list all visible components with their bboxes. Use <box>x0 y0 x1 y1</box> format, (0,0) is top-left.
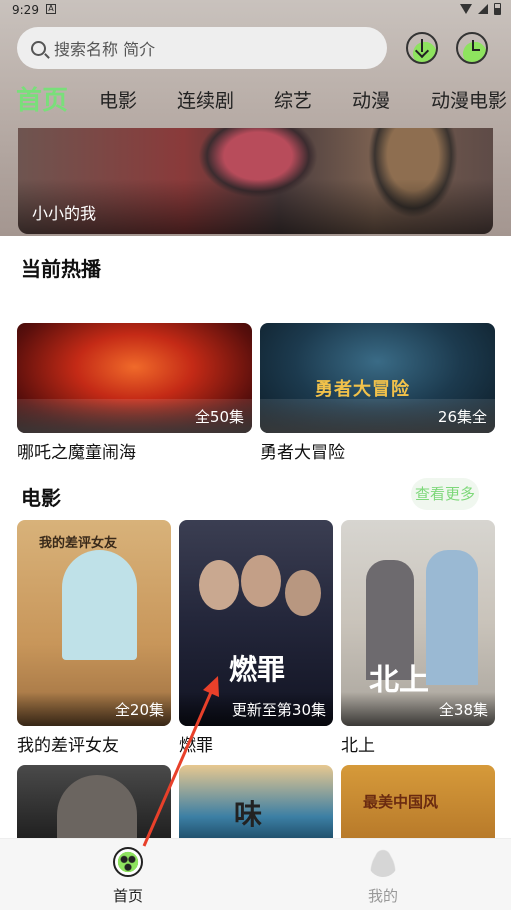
section-title-hot: 当前热播 <box>21 257 101 281</box>
download-icon[interactable] <box>406 32 438 64</box>
poster-art-text: 勇者大冒险 <box>315 379 410 400</box>
status-time: 9:29 <box>12 3 39 17</box>
movie-card-title[interactable]: 北上 <box>341 731 375 756</box>
tab-variety[interactable]: 综艺 <box>274 86 312 113</box>
episode-badge: 全38集 <box>438 701 488 719</box>
hot-card[interactable]: 全50集 <box>17 323 252 433</box>
hot-card[interactable]: 勇者大冒险 26集全 <box>260 323 495 433</box>
hot-card-title[interactable]: 哪吒之魔童闹海 <box>17 438 136 463</box>
see-more-button[interactable]: 查看更多 <box>411 478 479 510</box>
tab-movies[interactable]: 电影 <box>99 86 137 113</box>
movie-card[interactable]: 我的差评女友 全20集 <box>17 520 171 726</box>
bottom-nav: 首页 我的 <box>0 838 511 910</box>
search-icon <box>31 40 46 56</box>
movie-card[interactable]: 味 <box>179 765 333 839</box>
movie-card[interactable]: 最美中国风 <box>341 765 495 839</box>
nav-mine[interactable]: 我的 <box>343 847 423 906</box>
search-placeholder: 搜索名称 简介 <box>54 40 156 59</box>
poster-art-text: 味 <box>234 798 263 831</box>
movie-card[interactable]: 北上 全38集 <box>341 520 495 726</box>
movie-card-title[interactable]: 我的差评女友 <box>17 731 119 756</box>
nav-home-label: 首页 <box>112 887 143 905</box>
tab-anime[interactable]: 动漫 <box>352 86 390 113</box>
film-reel-icon <box>113 847 143 877</box>
status-bar: 9:29 A <box>0 0 511 22</box>
tab-anime-movies[interactable]: 动漫电影 <box>431 86 507 113</box>
movie-card[interactable]: 燃罪 更新至第30集 <box>179 520 333 726</box>
poster-art-text: 我的差评女友 <box>39 536 118 551</box>
movie-card[interactable] <box>17 765 171 839</box>
episode-badge: 更新至第30集 <box>231 701 326 719</box>
poster-image <box>57 775 137 839</box>
episode-badge: 全50集 <box>194 408 244 426</box>
featured-banner[interactable]: 小小的我 <box>18 128 493 234</box>
poster-image <box>199 560 239 610</box>
search-bar[interactable]: 搜索名称 简介 <box>17 27 387 69</box>
poster-image <box>62 550 137 660</box>
poster-art-text: 燃罪 <box>229 653 286 686</box>
nav-mine-label: 我的 <box>367 887 398 905</box>
section-title-movies: 电影 <box>21 486 61 510</box>
episode-badge: 全20集 <box>114 701 164 719</box>
nav-home[interactable]: 首页 <box>88 847 168 906</box>
tab-series[interactable]: 连续剧 <box>177 86 234 113</box>
episode-badge: 26集全 <box>437 408 487 426</box>
movie-card-title[interactable]: 燃罪 <box>179 731 213 756</box>
notification-icon: A <box>46 4 56 14</box>
tab-home[interactable]: 首页 <box>16 80 68 117</box>
user-icon <box>368 847 398 877</box>
history-icon[interactable] <box>456 32 488 64</box>
wifi-icon <box>460 4 472 14</box>
status-icons <box>460 3 501 15</box>
battery-icon <box>494 3 501 15</box>
poster-art-text: 最美中国风 <box>363 793 439 811</box>
signal-icon <box>478 4 488 14</box>
banner-title: 小小的我 <box>32 204 97 223</box>
hot-card-title[interactable]: 勇者大冒险 <box>260 438 345 463</box>
category-tabs: 首页 电影 连续剧 综艺 动漫 动漫电影 <box>0 78 511 118</box>
